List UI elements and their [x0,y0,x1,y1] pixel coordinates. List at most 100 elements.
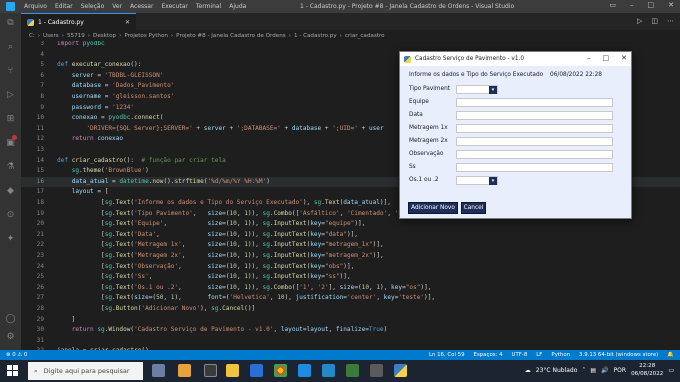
python-interpreter[interactable]: 3.9.13 64-bit (windows store) [579,352,658,358]
breadcrumb-item[interactable]: 1 - Cadastro.py [294,33,337,39]
line-ending[interactable]: LF [536,352,542,358]
python-taskbar-icon[interactable] [394,364,407,377]
generic-app-icon[interactable] [370,364,383,377]
code-line[interactable]: 23 [sg.Text('Metragem 2x', size=(10, 1))… [21,251,680,262]
line-number: 23 [36,252,44,259]
vscode-taskbar-icon[interactable] [322,364,335,377]
menu-item-acessar[interactable]: Acessar [130,3,153,10]
account-icon[interactable]: ◯ [5,313,16,324]
split-editor-icon[interactable]: ◫ [651,17,658,25]
close-icon[interactable]: ✕ [668,1,674,9]
breadcrumb-item[interactable]: criar_cadastro [345,33,385,39]
code-line[interactable]: 27 [sg.Text(size=(50, 1), font=('Helveti… [21,293,680,304]
weather-text[interactable]: 23°C Nublado [536,367,578,374]
breadcrumb-item[interactable]: Projetos Python [124,33,168,39]
bell-icon[interactable]: 🔔 [667,352,674,358]
equipe-input[interactable] [456,98,613,107]
encoding[interactable]: UTF-8 [512,352,528,358]
run-python-icon[interactable]: ▷ [637,17,642,25]
run-debug-icon[interactable]: ▷ [5,89,16,100]
cancel-button[interactable]: Cancel [461,202,486,214]
code-text: [sg.Button('Adicionar Novo'), sg.Cancel(… [57,305,256,312]
python-icon[interactable]: ✦ [5,233,16,244]
cursor-position[interactable]: Ln 16, Col 59 [429,352,465,358]
search-placeholder: Digite aqui para pesquisar [43,367,130,375]
code-line[interactable]: 30 return sg.Window('Cadastro Serviço de… [21,325,680,336]
tray-chevron-icon[interactable]: ˄ [582,367,585,374]
windows-start-icon[interactable] [7,365,18,376]
code-line[interactable]: 3 import pyodbc [21,41,680,50]
code-line[interactable]: 21 [sg.Text('Data', size=(10, 1)), sg.In… [21,230,680,241]
menu-item-terminal[interactable]: Terminal [196,3,221,10]
database-icon[interactable]: ⊙ [5,209,16,220]
menu-item-selecao[interactable]: Seleção [81,3,105,10]
breadcrumb-item[interactable]: Desktop [93,33,116,39]
edge-icon[interactable] [298,364,311,377]
indentation[interactable]: Espaços: 4 [474,352,503,358]
code-line[interactable]: 28 [sg.Button('Adicionar Novo'), sg.Canc… [21,304,680,315]
explorer-icon[interactable]: ⧉ [5,17,16,28]
code-line[interactable]: 31 [21,336,680,347]
more-actions-icon[interactable]: ⋯ [667,17,674,25]
code-line[interactable]: 24 [sg.Text('Observação', size=(10, 1)),… [21,262,680,273]
os-combo[interactable]: ▾ [456,176,498,185]
code-text: server = 'TBDBL-GLEISSON' [71,71,164,79]
minimize-icon[interactable]: – [630,1,634,9]
dialog-minimize-icon[interactable]: – [587,54,591,62]
cortana-icon[interactable] [152,364,165,377]
search-icon[interactable]: ⌕ [5,41,16,52]
docker-icon[interactable]: ◆ [5,185,16,196]
language-mode[interactable]: Python [551,352,570,358]
menu-item-ver[interactable]: Ver [112,3,122,10]
menu-item-executar[interactable]: Executar [161,3,187,10]
clock[interactable]: 22:28 06/08/2022 [631,362,663,378]
data-input[interactable] [456,111,613,120]
code-line[interactable]: 25 [sg.Text('Ss', size=(10, 1)), sg.Inpu… [21,272,680,283]
breadcrumb-item[interactable]: 55719 [67,33,85,39]
menu-item-arquivo[interactable]: Arquivo [24,3,47,10]
code-line[interactable]: 22 [sg.Text('Metragem 1x', size=(10, 1))… [21,240,680,251]
tab-cadastro-py[interactable]: 1 - Cadastro.py ✕ [21,13,136,30]
taskbar-search-box[interactable]: ⌕ Digite aqui para pesquisar [28,362,143,380]
metragem-1x-input[interactable] [456,124,613,133]
code-line[interactable]: 29 ] [21,315,680,326]
taskbar-app-icon[interactable] [204,364,217,377]
notifications-icon[interactable]: ▭ [668,367,674,374]
breadcrumb-item[interactable]: Projeto #8 - Janela Cadastro de Ordens [176,33,286,39]
ss-input[interactable] [456,163,613,172]
breadcrumb-item[interactable]: Users [43,33,59,39]
excel-icon[interactable] [346,364,359,377]
dialog-maximize-icon[interactable]: □ [603,54,610,62]
status-bar: ⊗ 0 ⚠ 0 Ln 16, Col 59 Espaços: 4 UTF-8 L… [0,350,680,360]
dialog-close-icon[interactable]: ✕ [621,54,627,62]
file-explorer-icon[interactable] [226,364,239,377]
chrome-icon[interactable] [274,364,287,377]
volume-icon[interactable]: 🔊 [601,367,608,374]
ss-label: Ss [409,164,416,170]
network-icon[interactable]: ▤ [590,367,596,374]
problems-indicator[interactable]: ⊗ 0 ⚠ 0 [6,352,27,358]
metragem-2x-input[interactable] [456,137,613,146]
code-text: def criar_cadastro(): # função par criar… [57,156,226,164]
tipo-pavimento-combo[interactable]: ▾ [456,85,498,94]
breadcrumb-item[interactable]: C: [29,33,35,39]
mail-icon[interactable] [250,364,263,377]
manage-gear-icon[interactable]: ⚙ [5,331,16,342]
menu-item-ajuda[interactable]: Ajuda [229,3,246,10]
code-text: password = '1234' [71,103,135,111]
source-control-icon[interactable]: ⑂ [5,65,16,76]
code-line[interactable]: 20 [sg.Text('Equipe', size=(10, 1)), sg.… [21,219,680,230]
line-number: 22 [36,241,44,249]
maximize-icon[interactable]: □ [648,1,655,9]
adicionar-novo-button[interactable]: Adicionar Novo [408,202,458,214]
editor-tab-bar: 1 - Cadastro.py ✕ ▷ ◫ ⋯ [21,13,680,30]
observacao-input[interactable] [456,150,613,159]
testing-icon[interactable]: ⚗ [5,161,16,172]
extensions-icon[interactable]: ⊞ [5,113,16,124]
task-view-icon[interactable] [178,364,191,377]
code-line[interactable]: 26 [sg.Text('Os.1 ou .2', size=(10, 1)),… [21,283,680,294]
language-indicator[interactable]: POR [614,367,627,374]
tab-close-icon[interactable]: ✕ [125,19,130,26]
layout-icon[interactable]: ▭ [609,1,616,9]
menu-item-editar[interactable]: Editar [55,3,73,10]
